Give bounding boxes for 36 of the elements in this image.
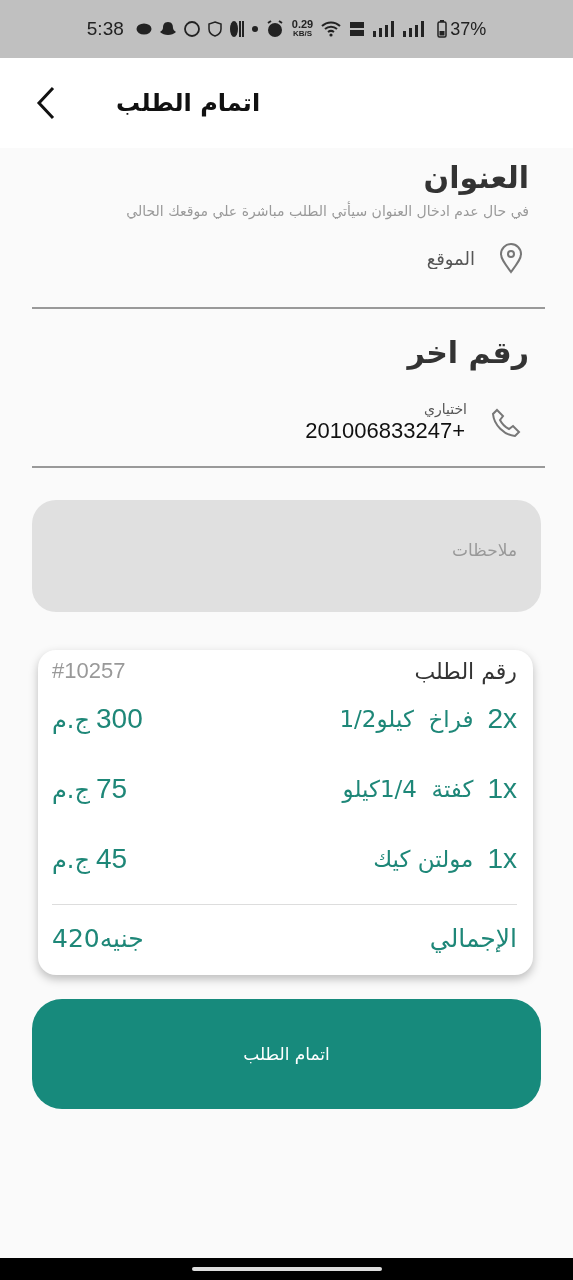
order-label: رقم الطلب xyxy=(414,658,517,684)
total-label: الإجمالي xyxy=(429,923,517,953)
item-quantity: 1x xyxy=(487,773,517,805)
page-title: اتمام الطلب xyxy=(116,89,261,117)
network-speed: 0.29 xyxy=(291,20,314,29)
volte-icon xyxy=(349,21,366,37)
dot-icon xyxy=(251,26,258,32)
chat-icon xyxy=(183,21,200,37)
location-pin-icon xyxy=(499,242,523,274)
battery-icon xyxy=(437,20,448,38)
item-name: كفتة 1/4كيلو xyxy=(342,776,474,802)
section-title: رقم اخر xyxy=(405,335,529,370)
notes-field[interactable]: ملاحظات xyxy=(32,500,541,612)
item-quantity: 2x xyxy=(487,703,517,735)
wifi-icon xyxy=(321,21,342,37)
phone-field[interactable]: +201006833247 xyxy=(163,417,467,445)
back-button[interactable] xyxy=(36,86,56,120)
app-icon xyxy=(229,21,244,37)
message-icon xyxy=(135,23,152,35)
item-name: فراخ كيلو1/2 xyxy=(339,706,474,732)
status-time: 5:38 xyxy=(86,18,124,40)
battery-level: 37% xyxy=(450,18,487,40)
shield-icon xyxy=(207,21,222,37)
item-quantity: 1x xyxy=(487,843,517,875)
address-hint: في حال عدم ادخال العنوان سيأتي الطلب مباشرة علي موقعك الحالي xyxy=(125,203,529,219)
location-field[interactable]: الموقع xyxy=(173,246,477,270)
alarm-icon xyxy=(265,20,284,38)
phone-icon xyxy=(489,406,523,440)
order-number: #10257 xyxy=(52,658,126,684)
ghost-icon xyxy=(159,22,176,36)
speed-unit: KB/S xyxy=(292,29,313,38)
submit-button[interactable]: اتمام الطلب xyxy=(32,999,541,1109)
phone-label: اختياري xyxy=(424,401,467,417)
total-amount: 420جنيه xyxy=(52,923,144,953)
item-name: مولتن كيك xyxy=(373,846,474,872)
section-title: العنوان xyxy=(422,160,529,195)
